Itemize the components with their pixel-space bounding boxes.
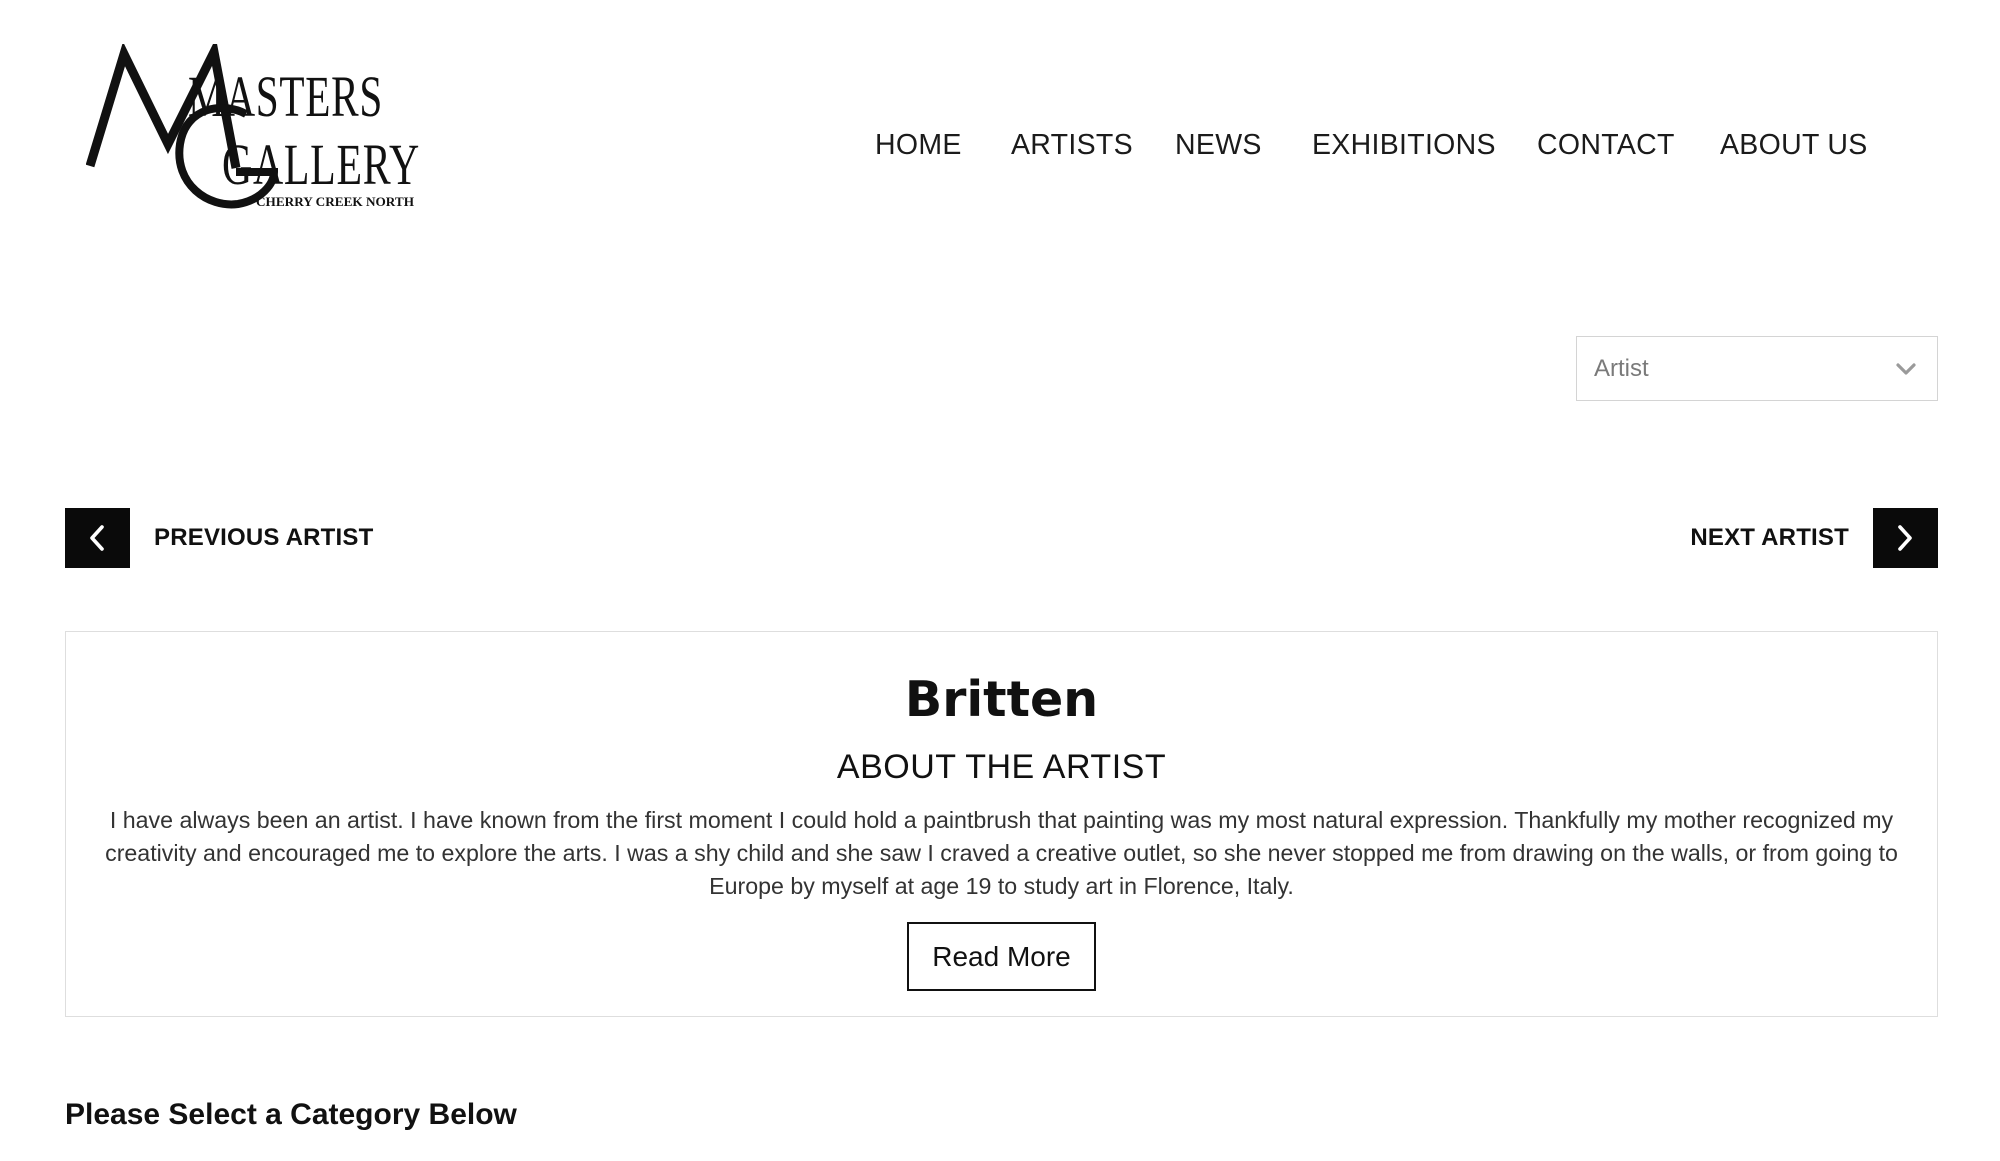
read-more-button[interactable]: Read More (907, 922, 1096, 991)
chevron-down-icon (1896, 363, 1916, 375)
artist-select-value: Artist (1594, 355, 1649, 382)
nav-artists[interactable]: ARTISTS (1011, 124, 1133, 166)
main-nav: HOME ARTISTS NEWS EXHIBITIONS CONTACT AB… (0, 124, 2000, 166)
previous-artist-button[interactable] (65, 508, 130, 568)
next-artist-link[interactable]: NEXT ARTIST (1690, 508, 1938, 568)
logo-line1: MASTERS (188, 64, 383, 129)
about-artist-heading: ABOUT THE ARTIST (836, 748, 1167, 786)
artist-card: Britten ABOUT THE ARTIST I have always b… (65, 631, 1938, 1017)
next-artist-label[interactable]: NEXT ARTIST (1690, 508, 1849, 568)
chevron-left-icon (90, 525, 104, 551)
previous-artist-link[interactable]: PREVIOUS ARTIST (65, 508, 395, 568)
artist-select[interactable]: Artist (1576, 336, 1938, 401)
previous-artist-label[interactable]: PREVIOUS ARTIST (154, 508, 373, 568)
nav-exhibitions[interactable]: EXHIBITIONS (1312, 124, 1496, 166)
next-artist-button[interactable] (1873, 508, 1938, 568)
category-heading: Please Select a Category Below (65, 1098, 517, 1131)
logo-tagline: CHERRY CREEK NORTH (256, 194, 414, 209)
artist-name: Britten (904, 671, 1099, 728)
chevron-right-icon (1898, 525, 1912, 551)
nav-about-us[interactable]: ABOUT US (1720, 124, 1868, 166)
nav-home[interactable]: HOME (875, 124, 962, 166)
nav-news[interactable]: NEWS (1175, 124, 1262, 166)
artist-bio: I have always been an artist. I have kno… (105, 807, 1898, 899)
nav-contact[interactable]: CONTACT (1537, 124, 1675, 166)
